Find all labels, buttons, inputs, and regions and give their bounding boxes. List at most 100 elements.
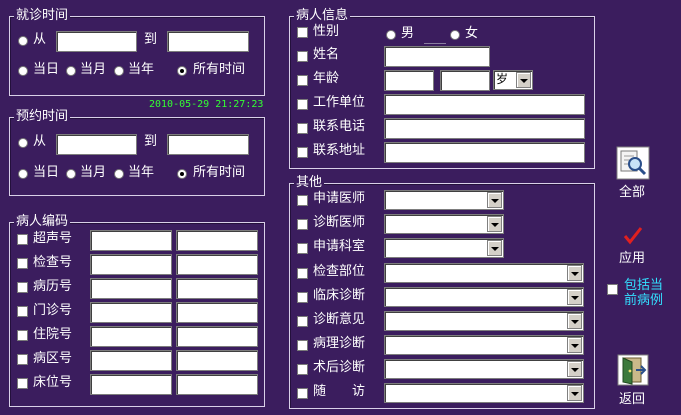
check-icon <box>623 227 643 245</box>
appt-to-input[interactable] <box>167 134 249 155</box>
pathology-diagnosis-select[interactable] <box>384 335 584 355</box>
appt-today-radio[interactable] <box>18 169 28 179</box>
appt-from-radio[interactable] <box>18 138 28 148</box>
chevron-down-icon[interactable] <box>567 313 582 329</box>
checkbox-address[interactable] <box>297 147 308 158</box>
appt-month-radio[interactable] <box>66 169 76 179</box>
visit-today-radio[interactable] <box>18 66 28 76</box>
include-current-label-line1: 包括当 <box>624 278 664 293</box>
phone-input[interactable] <box>384 118 585 139</box>
visit-from-radio[interactable] <box>18 36 28 46</box>
gender-female-label: 女 <box>465 26 479 41</box>
checkbox-phone[interactable] <box>297 123 308 134</box>
include-current-label-line2: 前病例 <box>624 293 664 308</box>
chevron-down-icon[interactable] <box>487 216 502 232</box>
followup-select[interactable] <box>384 383 584 403</box>
age-to-input[interactable] <box>440 70 490 91</box>
visit-to-label: 到 <box>144 32 158 47</box>
checkbox-inpatient-no[interactable] <box>17 330 28 341</box>
checkbox-outpatient-no[interactable] <box>17 306 28 317</box>
chevron-down-icon[interactable] <box>567 385 582 401</box>
visit-from-label: 从 <box>33 32 47 47</box>
checkbox-clinical-diagnosis[interactable] <box>297 292 308 303</box>
chevron-down-icon[interactable] <box>567 337 582 353</box>
checkbox-followup[interactable] <box>297 388 308 399</box>
diagnosis-opinion-select[interactable] <box>384 311 584 331</box>
exam-no-input-1[interactable] <box>90 254 172 275</box>
checkbox-bed-no[interactable] <box>17 378 28 389</box>
apply-button[interactable]: 应用 <box>614 225 652 267</box>
address-input[interactable] <box>384 142 585 163</box>
checkbox-include-current[interactable] <box>607 284 618 295</box>
visit-year-radio[interactable] <box>114 66 124 76</box>
gender-female-radio[interactable] <box>450 30 460 40</box>
checkbox-pathology-diagnosis[interactable] <box>297 340 308 351</box>
visit-alltime-radio[interactable] <box>177 66 187 76</box>
apply-label: 应用 <box>619 251 646 266</box>
inpatient-no-input-2[interactable] <box>176 326 258 347</box>
label-inpatient-no: 住院号 <box>33 327 73 342</box>
label-followup: 随 访 <box>313 384 366 399</box>
age-unit-select[interactable]: 岁 <box>493 70 533 90</box>
show-all-label: 全部 <box>619 185 646 200</box>
outpatient-no-input-1[interactable] <box>90 302 172 323</box>
applying-dept-select[interactable] <box>384 238 504 258</box>
checkbox-ultrasound-no[interactable] <box>17 234 28 245</box>
label-age: 年龄 <box>313 71 340 86</box>
chevron-down-icon[interactable] <box>567 289 582 305</box>
record-no-input-1[interactable] <box>90 278 172 299</box>
checkbox-diagnosis-opinion[interactable] <box>297 316 308 327</box>
visit-year-label: 当年 <box>128 62 155 77</box>
checkbox-name[interactable] <box>297 51 308 62</box>
diagnosing-doctor-select[interactable] <box>384 214 504 234</box>
checkbox-exam-no[interactable] <box>17 258 28 269</box>
checkbox-applying-doctor[interactable] <box>297 195 308 206</box>
name-input[interactable] <box>384 46 490 67</box>
outpatient-no-input-2[interactable] <box>176 302 258 323</box>
ultrasound-no-input-2[interactable] <box>176 230 258 251</box>
record-no-input-2[interactable] <box>176 278 258 299</box>
age-from-input[interactable] <box>384 70 434 91</box>
ultrasound-no-input-1[interactable] <box>90 230 172 251</box>
clinical-diagnosis-select[interactable] <box>384 287 584 307</box>
postop-diagnosis-select[interactable] <box>384 359 584 379</box>
appt-from-label: 从 <box>33 134 47 149</box>
chevron-down-icon[interactable] <box>567 361 582 377</box>
visit-month-label: 当月 <box>80 62 107 77</box>
appt-year-radio[interactable] <box>114 169 124 179</box>
exam-no-input-2[interactable] <box>176 254 258 275</box>
show-all-button[interactable]: 全部 <box>614 146 652 200</box>
visit-month-radio[interactable] <box>66 66 76 76</box>
inpatient-no-input-1[interactable] <box>90 326 172 347</box>
checkbox-age[interactable] <box>297 75 308 86</box>
visit-time-title: 就诊时间 <box>14 8 71 24</box>
visit-to-input[interactable] <box>167 31 249 52</box>
appt-from-input[interactable] <box>56 134 137 155</box>
gender-male-radio[interactable] <box>386 30 396 40</box>
appt-alltime-label: 所有时间 <box>193 165 246 180</box>
chevron-down-icon[interactable] <box>487 192 502 208</box>
bed-no-input-2[interactable] <box>176 374 258 395</box>
applying-doctor-select[interactable] <box>384 190 504 210</box>
label-pathology-diagnosis: 病理诊断 <box>313 336 366 351</box>
checkbox-diagnosing-doctor[interactable] <box>297 219 308 230</box>
checkbox-gender[interactable] <box>297 27 308 38</box>
chevron-down-icon[interactable] <box>487 240 502 256</box>
checkbox-postop-diagnosis[interactable] <box>297 364 308 375</box>
checkbox-ward-no[interactable] <box>17 354 28 365</box>
checkbox-exam-site[interactable] <box>297 268 308 279</box>
exam-site-select[interactable] <box>384 263 584 283</box>
work-unit-input[interactable] <box>384 94 585 115</box>
appt-alltime-radio[interactable] <box>177 169 187 179</box>
bed-no-input-1[interactable] <box>90 374 172 395</box>
checkbox-work-unit[interactable] <box>297 99 308 110</box>
chevron-down-icon[interactable] <box>567 265 582 281</box>
chevron-down-icon[interactable] <box>516 72 531 88</box>
ward-no-input-2[interactable] <box>176 350 258 371</box>
visit-from-input[interactable] <box>56 31 137 52</box>
label-postop-diagnosis: 术后诊断 <box>313 360 366 375</box>
checkbox-applying-dept[interactable] <box>297 243 308 254</box>
ward-no-input-1[interactable] <box>90 350 172 371</box>
checkbox-record-no[interactable] <box>17 282 28 293</box>
back-button[interactable]: 返回 <box>614 354 652 407</box>
